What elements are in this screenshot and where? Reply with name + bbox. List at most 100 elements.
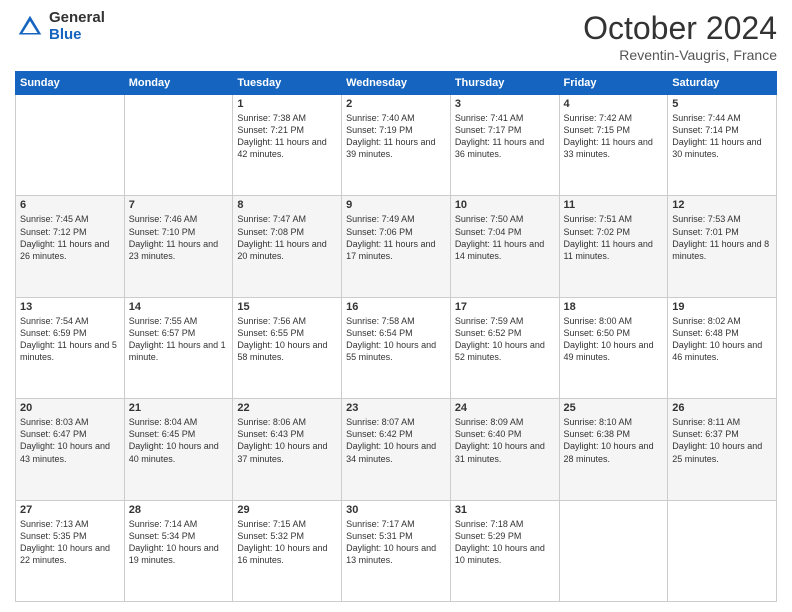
page: General Blue October 2024 Reventin-Vaugr… [0,0,792,612]
day-info: Sunrise: 7:18 AMSunset: 5:29 PMDaylight:… [455,518,555,567]
day-number: 2 [346,98,446,110]
table-row: 18 Sunrise: 8:00 AMSunset: 6:50 PMDayligh… [559,297,668,398]
table-row [124,95,233,196]
calendar-week-row: 27Sunrise: 7:13 AMSunset: 5:35 PMDayligh… [16,500,777,601]
day-number: 28 [129,504,229,516]
table-row: 14 Sunrise: 7:55 AMSunset: 6:57 PMDayligh… [124,297,233,398]
day-info: Sunrise: 7:56 AMSunset: 6:55 PMDaylight:… [237,315,337,364]
day-info: Sunrise: 7:45 AMSunset: 7:12 PMDaylight:… [20,213,120,262]
day-number: 7 [129,199,229,211]
table-row: 23 Sunrise: 8:07 AMSunset: 6:42 PMDayligh… [342,399,451,500]
logo-general: General [49,10,105,27]
day-info: Sunrise: 8:02 AMSunset: 6:48 PMDaylight:… [672,315,772,364]
calendar-table: Sunday Monday Tuesday Wednesday Thursday… [15,71,777,602]
day-info: Sunrise: 8:03 AMSunset: 6:47 PMDaylight:… [20,416,120,465]
table-row: 11 Sunrise: 7:51 AMSunset: 7:02 PMDayligh… [559,196,668,297]
day-number: 20 [20,402,120,414]
logo-icon [15,12,45,42]
day-info: Sunrise: 8:04 AMSunset: 6:45 PMDaylight:… [129,416,229,465]
table-row: 21 Sunrise: 8:04 AMSunset: 6:45 PMDayligh… [124,399,233,500]
table-row: 25Sunrise: 8:10 AMSunset: 6:38 PMDayligh… [559,399,668,500]
table-row: 24Sunrise: 8:09 AMSunset: 6:40 PMDayligh… [450,399,559,500]
day-info: Sunrise: 7:44 AMSunset: 7:14 PMDaylight:… [672,112,772,161]
day-number: 1 [237,98,337,110]
day-info: Sunrise: 8:06 AMSunset: 6:43 PMDaylight:… [237,416,337,465]
col-tuesday: Tuesday [233,72,342,95]
calendar-week-row: 20 Sunrise: 8:03 AMSunset: 6:47 PMDayligh… [16,399,777,500]
table-row: 3Sunrise: 7:41 AMSunset: 7:17 PMDaylight… [450,95,559,196]
day-number: 9 [346,199,446,211]
day-number: 22 [237,402,337,414]
day-number: 4 [564,98,664,110]
table-row: 28 Sunrise: 7:14 AMSunset: 5:34 PMDayligh… [124,500,233,601]
day-info: Sunrise: 7:53 AMSunset: 7:01 PMDaylight:… [672,213,772,262]
day-info: Sunrise: 7:58 AMSunset: 6:54 PMDaylight:… [346,315,446,364]
table-row: 13Sunrise: 7:54 AMSunset: 6:59 PMDayligh… [16,297,125,398]
table-row: 4 Sunrise: 7:42 AMSunset: 7:15 PMDaylight… [559,95,668,196]
table-row: 27Sunrise: 7:13 AMSunset: 5:35 PMDayligh… [16,500,125,601]
day-number: 26 [672,402,772,414]
day-number: 14 [129,301,229,313]
day-info: Sunrise: 7:41 AMSunset: 7:17 PMDaylight:… [455,112,555,161]
table-row: 7Sunrise: 7:46 AMSunset: 7:10 PMDaylight… [124,196,233,297]
col-friday: Friday [559,72,668,95]
table-row: 20 Sunrise: 8:03 AMSunset: 6:47 PMDayligh… [16,399,125,500]
day-info: Sunrise: 7:40 AMSunset: 7:19 PMDaylight:… [346,112,446,161]
table-row: 9 Sunrise: 7:49 AMSunset: 7:06 PMDaylight… [342,196,451,297]
day-number: 18 [564,301,664,313]
subtitle: Reventin-Vaugris, France [583,47,777,63]
day-info: Sunrise: 7:14 AMSunset: 5:34 PMDaylight:… [129,518,229,567]
day-number: 8 [237,199,337,211]
day-number: 13 [20,301,120,313]
day-number: 19 [672,301,772,313]
calendar-header-row: Sunday Monday Tuesday Wednesday Thursday… [16,72,777,95]
day-info: Sunrise: 8:11 AMSunset: 6:37 PMDaylight:… [672,416,772,465]
col-monday: Monday [124,72,233,95]
col-wednesday: Wednesday [342,72,451,95]
calendar-week-row: 6 Sunrise: 7:45 AMSunset: 7:12 PMDaylight… [16,196,777,297]
day-info: Sunrise: 7:15 AMSunset: 5:32 PMDaylight:… [237,518,337,567]
day-number: 15 [237,301,337,313]
day-number: 16 [346,301,446,313]
day-info: Sunrise: 7:49 AMSunset: 7:06 PMDaylight:… [346,213,446,262]
table-row [668,500,777,601]
day-number: 6 [20,199,120,211]
table-row: 26 Sunrise: 8:11 AMSunset: 6:37 PMDayligh… [668,399,777,500]
day-number: 21 [129,402,229,414]
day-info: Sunrise: 7:51 AMSunset: 7:02 PMDaylight:… [564,213,664,262]
table-row: 1 Sunrise: 7:38 AMSunset: 7:21 PMDaylight… [233,95,342,196]
table-row: 12Sunrise: 7:53 AMSunset: 7:01 PMDayligh… [668,196,777,297]
main-title: October 2024 [583,10,777,47]
table-row: 19 Sunrise: 8:02 AMSunset: 6:48 PMDayligh… [668,297,777,398]
table-row [16,95,125,196]
table-row: 15 Sunrise: 7:56 AMSunset: 6:55 PMDayligh… [233,297,342,398]
day-number: 17 [455,301,555,313]
day-number: 24 [455,402,555,414]
col-sunday: Sunday [16,72,125,95]
calendar-week-row: 13Sunrise: 7:54 AMSunset: 6:59 PMDayligh… [16,297,777,398]
title-block: October 2024 Reventin-Vaugris, France [583,10,777,63]
table-row: 8Sunrise: 7:47 AMSunset: 7:08 PMDaylight… [233,196,342,297]
table-row: 17Sunrise: 7:59 AMSunset: 6:52 PMDayligh… [450,297,559,398]
day-info: Sunrise: 7:55 AMSunset: 6:57 PMDaylight:… [129,315,229,364]
day-number: 11 [564,199,664,211]
day-info: Sunrise: 8:00 AMSunset: 6:50 PMDaylight:… [564,315,664,364]
day-info: Sunrise: 7:17 AMSunset: 5:31 PMDaylight:… [346,518,446,567]
logo-blue: Blue [49,27,105,44]
table-row: 2 Sunrise: 7:40 AMSunset: 7:19 PMDaylight… [342,95,451,196]
table-row: 10Sunrise: 7:50 AMSunset: 7:04 PMDayligh… [450,196,559,297]
day-info: Sunrise: 7:13 AMSunset: 5:35 PMDaylight:… [20,518,120,567]
table-row: 5Sunrise: 7:44 AMSunset: 7:14 PMDaylight… [668,95,777,196]
table-row [559,500,668,601]
day-info: Sunrise: 7:38 AMSunset: 7:21 PMDaylight:… [237,112,337,161]
table-row: 6 Sunrise: 7:45 AMSunset: 7:12 PMDaylight… [16,196,125,297]
day-number: 31 [455,504,555,516]
day-number: 23 [346,402,446,414]
day-number: 10 [455,199,555,211]
day-info: Sunrise: 7:42 AMSunset: 7:15 PMDaylight:… [564,112,664,161]
day-info: Sunrise: 8:07 AMSunset: 6:42 PMDaylight:… [346,416,446,465]
header: General Blue October 2024 Reventin-Vaugr… [15,10,777,63]
table-row: 29Sunrise: 7:15 AMSunset: 5:32 PMDayligh… [233,500,342,601]
table-row: 31 Sunrise: 7:18 AMSunset: 5:29 PMDayligh… [450,500,559,601]
day-info: Sunrise: 8:10 AMSunset: 6:38 PMDaylight:… [564,416,664,465]
